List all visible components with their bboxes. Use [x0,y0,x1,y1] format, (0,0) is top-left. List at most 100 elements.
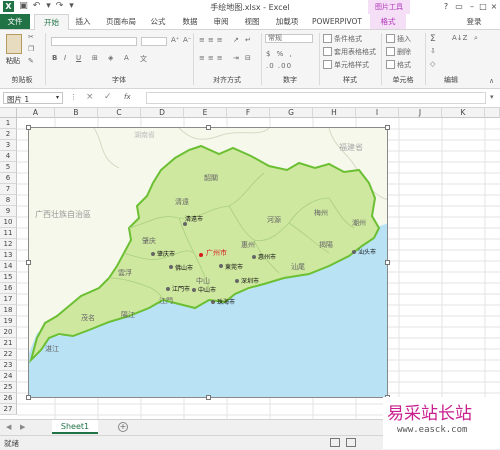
font-color-icon[interactable]: A [124,54,129,62]
expand-formula-icon[interactable]: ▾ [490,93,494,101]
row-header[interactable]: 18 [0,305,17,316]
column-header[interactable]: E [184,108,227,118]
row-header[interactable]: 5 [0,162,17,173]
find-select-icon[interactable]: ⌕ [474,34,478,43]
orientation-icon[interactable]: ↗ [233,36,239,44]
name-box[interactable]: 图片 1 ▾ [3,92,63,104]
row-header[interactable]: 6 [0,173,17,184]
row-header[interactable]: 8 [0,195,17,206]
row-header[interactable]: 7 [0,184,17,195]
number-format-select[interactable]: 常规 [265,34,313,43]
row-header[interactable]: 4 [0,151,17,162]
column-header-extra[interactable] [485,108,500,118]
tab-powerpivot[interactable]: POWERPIVOT [308,14,366,29]
row-header[interactable]: 23 [0,360,17,371]
tab-view[interactable]: 视图 [239,14,265,29]
paste-icon[interactable] [6,34,22,54]
font-name-select[interactable] [51,37,137,46]
row-header[interactable]: 25 [0,382,17,393]
sort-filter-icon[interactable]: A↓Z [452,34,467,42]
table-format-button[interactable]: 套用表格格式 [334,47,376,57]
column-header[interactable]: H [313,108,356,118]
tab-addins[interactable]: 加载项 [270,14,304,29]
format-button[interactable]: 格式 [397,60,411,70]
close-icon[interactable]: × [488,1,500,12]
paste-button-label[interactable]: 粘贴 [6,56,20,66]
row-header[interactable]: 19 [0,316,17,327]
column-header[interactable]: I [356,108,399,118]
bold-icon[interactable]: B [52,54,57,62]
row-header[interactable]: 14 [0,261,17,272]
tab-insert[interactable]: 插入 [70,14,96,29]
insert-function-icon[interactable]: fx [124,93,131,101]
row-header[interactable]: 9 [0,206,17,217]
column-header[interactable]: G [270,108,313,118]
map-picture[interactable]: 湖南省 福建省 广西壮族自治區 韶關 清遠 河源 梅州 潮州 肇庆 揭陽 惠州 … [28,127,388,398]
column-header[interactable]: C [98,108,141,118]
resize-handle[interactable] [26,395,31,400]
row-header[interactable]: 11 [0,228,17,239]
row-header[interactable]: 16 [0,283,17,294]
row-header[interactable]: 24 [0,371,17,382]
cell-style-button[interactable]: 单元格样式 [334,60,369,70]
resize-handle[interactable] [26,260,31,265]
row-header[interactable]: 22 [0,349,17,360]
horizontal-align-icons[interactable]: ≡≡≡ [199,54,226,62]
collapse-ribbon-icon[interactable]: ∧ [489,77,494,85]
format-painter-icon[interactable]: ✎ [28,57,34,65]
row-header[interactable]: 20 [0,327,17,338]
column-header[interactable]: D [141,108,184,118]
wrap-text-icon[interactable]: ↵ [245,36,251,44]
fill-color-icon[interactable]: ◈ [108,54,113,62]
chevron-down-icon[interactable]: ▾ [56,94,59,101]
phonetic-icon[interactable]: 文 [140,54,147,64]
login-link[interactable]: 登录 [460,14,488,29]
ribbon-display-icon[interactable]: ▭ [453,1,465,12]
autosum-icon[interactable]: Σ [430,34,436,44]
tab-data[interactable]: 数据 [177,14,203,29]
indent-icon[interactable]: ⇥ [233,54,239,62]
border-icon[interactable]: ⊞ [92,54,98,62]
fill-icon[interactable]: ⇩ [430,47,436,55]
row-header[interactable]: 17 [0,294,17,305]
tab-file[interactable]: 文件 [0,14,30,29]
tab-page-layout[interactable]: 页面布局 [102,14,140,29]
vertical-align-icons[interactable]: ≡≡≡ [199,36,226,44]
column-header[interactable]: A [17,108,55,118]
tab-home[interactable]: 开始 [34,14,69,30]
resize-handle[interactable] [206,395,211,400]
row-header[interactable]: 21 [0,338,17,349]
grow-font-icon[interactable]: A⁺ [171,36,179,44]
sheet-tab-sheet1[interactable]: Sheet1 [52,420,98,434]
cut-icon[interactable]: ✂ [28,33,34,41]
row-header[interactable]: 27 [0,404,17,415]
column-header[interactable]: B [55,108,98,118]
row-header[interactable]: 1 [0,118,17,129]
enter-icon[interactable]: ✓ [104,92,112,102]
column-header[interactable]: K [442,108,485,118]
row-header[interactable]: 15 [0,272,17,283]
row-header[interactable]: 10 [0,217,17,228]
tab-format[interactable]: 格式 [370,14,406,29]
select-all-corner[interactable] [0,108,17,118]
merge-center-icon[interactable]: ⊟ [245,54,251,62]
column-header[interactable]: F [227,108,270,118]
row-header[interactable]: 12 [0,239,17,250]
conditional-format-button[interactable]: 条件格式 [334,34,362,44]
formula-input[interactable] [146,92,486,104]
copy-icon[interactable]: ❐ [28,45,34,53]
column-header[interactable]: J [399,108,442,118]
row-header[interactable]: 26 [0,393,17,404]
resize-handle[interactable] [26,125,31,130]
prev-sheet-icon[interactable]: ◀ [6,423,11,431]
add-sheet-icon[interactable]: + [118,422,128,432]
delete-button[interactable]: 删除 [397,47,411,57]
next-sheet-icon[interactable]: ▶ [20,423,25,431]
shrink-font-icon[interactable]: A⁻ [183,36,191,44]
help-icon[interactable]: ? [440,1,452,12]
cancel-icon[interactable]: × [86,92,94,102]
italic-icon[interactable]: I [64,54,66,62]
tab-review[interactable]: 审阅 [208,14,234,29]
tab-formulas[interactable]: 公式 [145,14,171,29]
font-size-select[interactable] [141,37,167,46]
